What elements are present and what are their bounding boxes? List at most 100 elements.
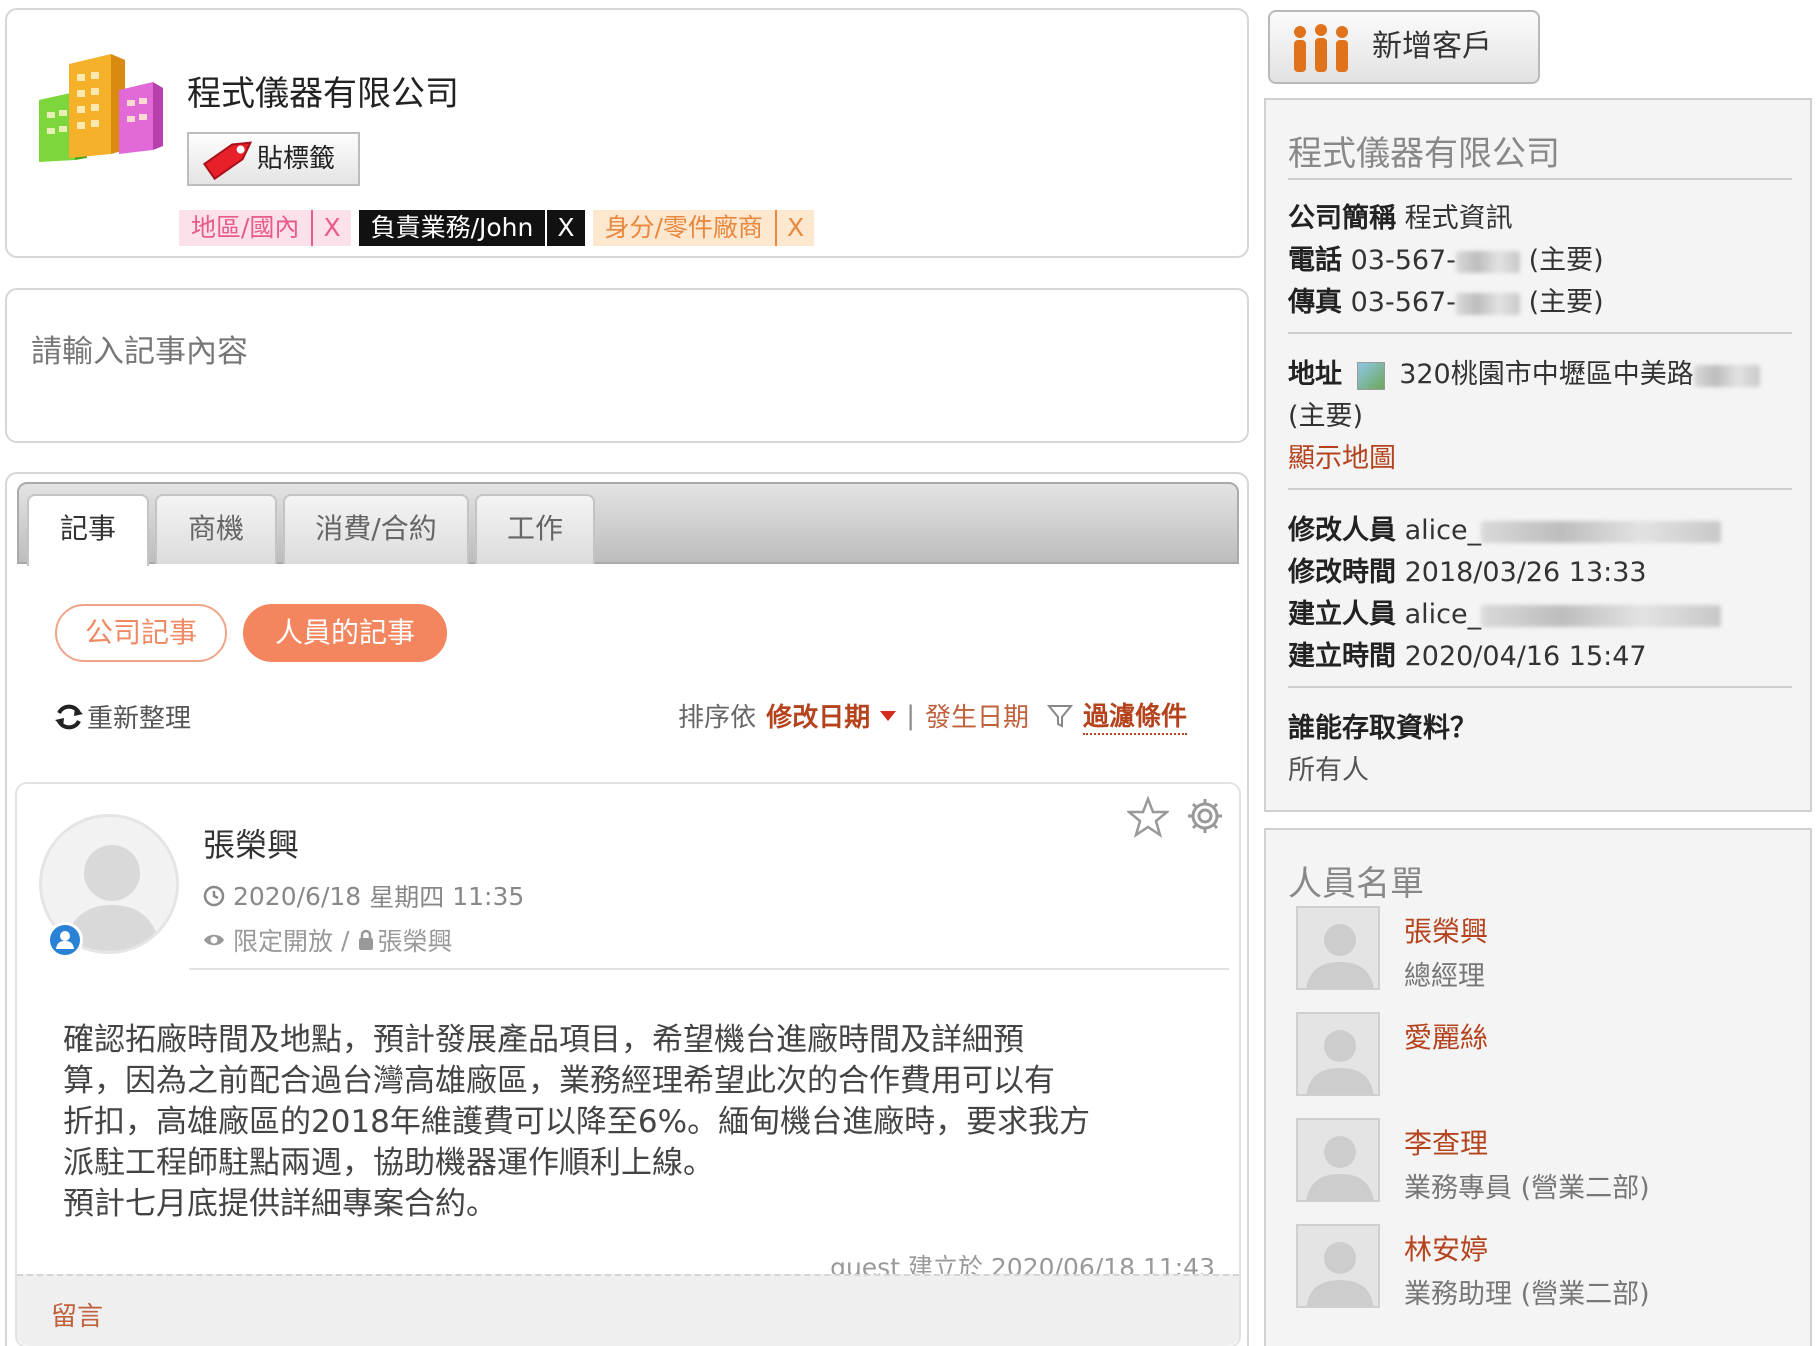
blurred-text [1455, 292, 1520, 315]
caret-down-icon [880, 710, 897, 721]
created-time-label: 建立時間 [1288, 641, 1396, 672]
created-by-value: alice_ [1404, 599, 1482, 630]
tab-opportunities[interactable]: 商機 [155, 494, 277, 564]
modified-time-row: 修改時間 2018/03/26 13:33 [1288, 550, 1647, 589]
phone-label: 電話 [1288, 245, 1342, 276]
staff-title-text: 總經理 [1404, 961, 1485, 992]
remove-tag-button[interactable]: X [545, 210, 585, 246]
modified-by-label: 修改人員 [1288, 515, 1396, 546]
tag-label: 身分/零件廠商 [592, 210, 775, 246]
filter-conditions-link[interactable]: 過濾條件 [1082, 696, 1187, 735]
phone-value[interactable]: 03-567- [1351, 245, 1456, 276]
staff-list-panel: 人員名單 張榮興 總經理 愛麗絲 李查理 業務專員 (營業二部) 林安婷 業務助… [1264, 828, 1812, 1346]
blurred-text [1455, 250, 1520, 273]
fax-label: 傳真 [1288, 287, 1342, 318]
tab-bar: 記事 商機 消費/合約 工作 [17, 482, 1239, 566]
remove-tag-button[interactable]: X [311, 210, 351, 246]
star-icon[interactable] [1127, 796, 1169, 838]
modified-time-label: 修改時間 [1288, 557, 1396, 588]
divider [1288, 488, 1792, 490]
modified-by-row: 修改人員 alice_ [1288, 508, 1722, 547]
tag-chip-identity: 身分/零件廠商 X [592, 210, 815, 246]
sort-by-occurred-date[interactable]: 發生日期 [925, 697, 1029, 734]
note-content-input[interactable] [31, 326, 1221, 416]
staff-name[interactable]: 張榮興 [1404, 910, 1488, 950]
divider [1288, 178, 1792, 180]
created-time-row: 建立時間 2020/04/16 15:47 [1288, 634, 1647, 673]
access-value: 所有人 [1288, 755, 1369, 786]
note-owner: 張榮興 [377, 927, 453, 956]
sort-toolbar: 排序依 修改日期 | 發生日期 過濾條件 [678, 696, 1187, 735]
eye-icon [204, 934, 224, 946]
fax-value: 03-567- [1350, 287, 1456, 318]
clock-icon [203, 885, 225, 907]
add-tag-button[interactable]: 貼標籤 [187, 132, 360, 186]
staff-notes-filter-button[interactable]: 人員的記事 [243, 604, 447, 662]
note-line: 預計七月底提供詳細專案合約。 [63, 1186, 497, 1222]
lock-icon [359, 929, 374, 950]
company-buildings-icon [39, 54, 163, 162]
modified-by-value: alice_ [1404, 515, 1482, 546]
note-time: 11:35 [452, 881, 525, 911]
note-line: 派駐工程師駐點兩週，協助機器運作順利上線。 [63, 1145, 714, 1181]
staff-title: 人員名單 [1288, 864, 1424, 904]
note-visibility: 限定開放 / 張榮興 [203, 922, 452, 958]
address-row: 地址 320桃園市中壢區中美路 [1288, 352, 1760, 391]
person-silhouette-icon [1306, 924, 1374, 988]
remove-tag-button[interactable]: X [774, 210, 815, 246]
staff-name[interactable]: 愛麗絲 [1404, 1016, 1488, 1056]
created-time-value: 2020/04/16 15:47 [1404, 641, 1647, 672]
refresh-label: 重新整理 [87, 704, 192, 734]
staff-name[interactable]: 林安婷 [1404, 1228, 1488, 1268]
avatar [1296, 1118, 1380, 1202]
person-silhouette-icon [1306, 1242, 1374, 1306]
staff-title-text: 業務專員 (營業二部) [1404, 1173, 1650, 1204]
sort-by-modified-date[interactable]: 修改日期 [766, 697, 870, 734]
company-notes-filter-button[interactable]: 公司記事 [55, 604, 227, 662]
address-label: 地址 [1288, 359, 1342, 390]
refresh-icon [55, 704, 83, 729]
comment-bar: 留言 [17, 1274, 1239, 1346]
tag-chip-sales: 負責業務/John X [358, 210, 585, 246]
note-line: 確認拓廠時間及地點，預計發展產品項目，希望機台進廠時間及詳細預 [63, 1022, 1024, 1058]
visibility-separator: / [341, 925, 350, 955]
note-author: 張榮興 [203, 826, 300, 864]
access-label-text: 誰能存取資料？ [1288, 713, 1477, 744]
sort-separator: | [906, 700, 915, 731]
note-datetime: 2020/6/18 星期四 11:35 [203, 878, 524, 914]
blurred-text [1481, 520, 1722, 543]
address-tag: (主要) [1288, 401, 1364, 432]
tab-tasks[interactable]: 工作 [475, 494, 595, 564]
refresh-button[interactable]: 重新整理 [53, 698, 191, 735]
tag-label: 地區/國內 [179, 210, 312, 246]
note-date: 2020/6/18 [233, 881, 362, 911]
visibility-label: 限定開放 [233, 927, 334, 956]
note-body: 確認拓廠時間及地點，預計發展產品項目，希望機台進廠時間及詳細預 算，因為之前配合… [63, 1020, 1203, 1225]
staff-name[interactable]: 李查理 [1404, 1122, 1488, 1162]
short-name-label: 公司簡稱 [1288, 203, 1396, 234]
show-map-link[interactable]: 顯示地圖 [1288, 436, 1396, 475]
person-silhouette-icon [1306, 1030, 1374, 1094]
tab-contracts[interactable]: 消費/合約 [283, 494, 469, 564]
phone-tag: (主要) [1528, 245, 1604, 276]
staff-title-text: 業務助理 (營業二部) [1404, 1279, 1650, 1310]
comment-button[interactable]: 留言 [51, 1296, 103, 1333]
gear-icon[interactable] [1185, 796, 1225, 836]
sort-prefix: 排序依 [678, 703, 757, 733]
tab-notes[interactable]: 記事 [27, 494, 149, 566]
tag-chip-region: 地區/國內 X [179, 210, 351, 246]
add-customer-button[interactable]: 新增客戶 [1268, 10, 1540, 84]
short-name-row: 公司簡稱 程式資訊 [1288, 196, 1513, 235]
note-line: 算，因為之前配合過台灣高雄廠區，業務經理希望此次的合作費用可以有 [63, 1063, 1055, 1099]
avatar [1296, 1224, 1380, 1308]
tag-icon [202, 141, 253, 181]
user-badge-icon [47, 922, 83, 958]
note-input-box [5, 288, 1249, 443]
add-customer-label: 新增客戶 [1372, 29, 1492, 64]
blurred-text [1481, 604, 1722, 627]
map-thumbnail-icon[interactable] [1356, 361, 1385, 390]
activity-panel: 記事 商機 消費/合約 工作 公司記事 人員的記事 重新整理 排序依 修改日期 … [5, 472, 1249, 1346]
fax-row: 傳真 03-567- (主要) [1288, 280, 1604, 319]
avatar [1296, 1012, 1380, 1096]
people-icon [1294, 24, 1348, 72]
